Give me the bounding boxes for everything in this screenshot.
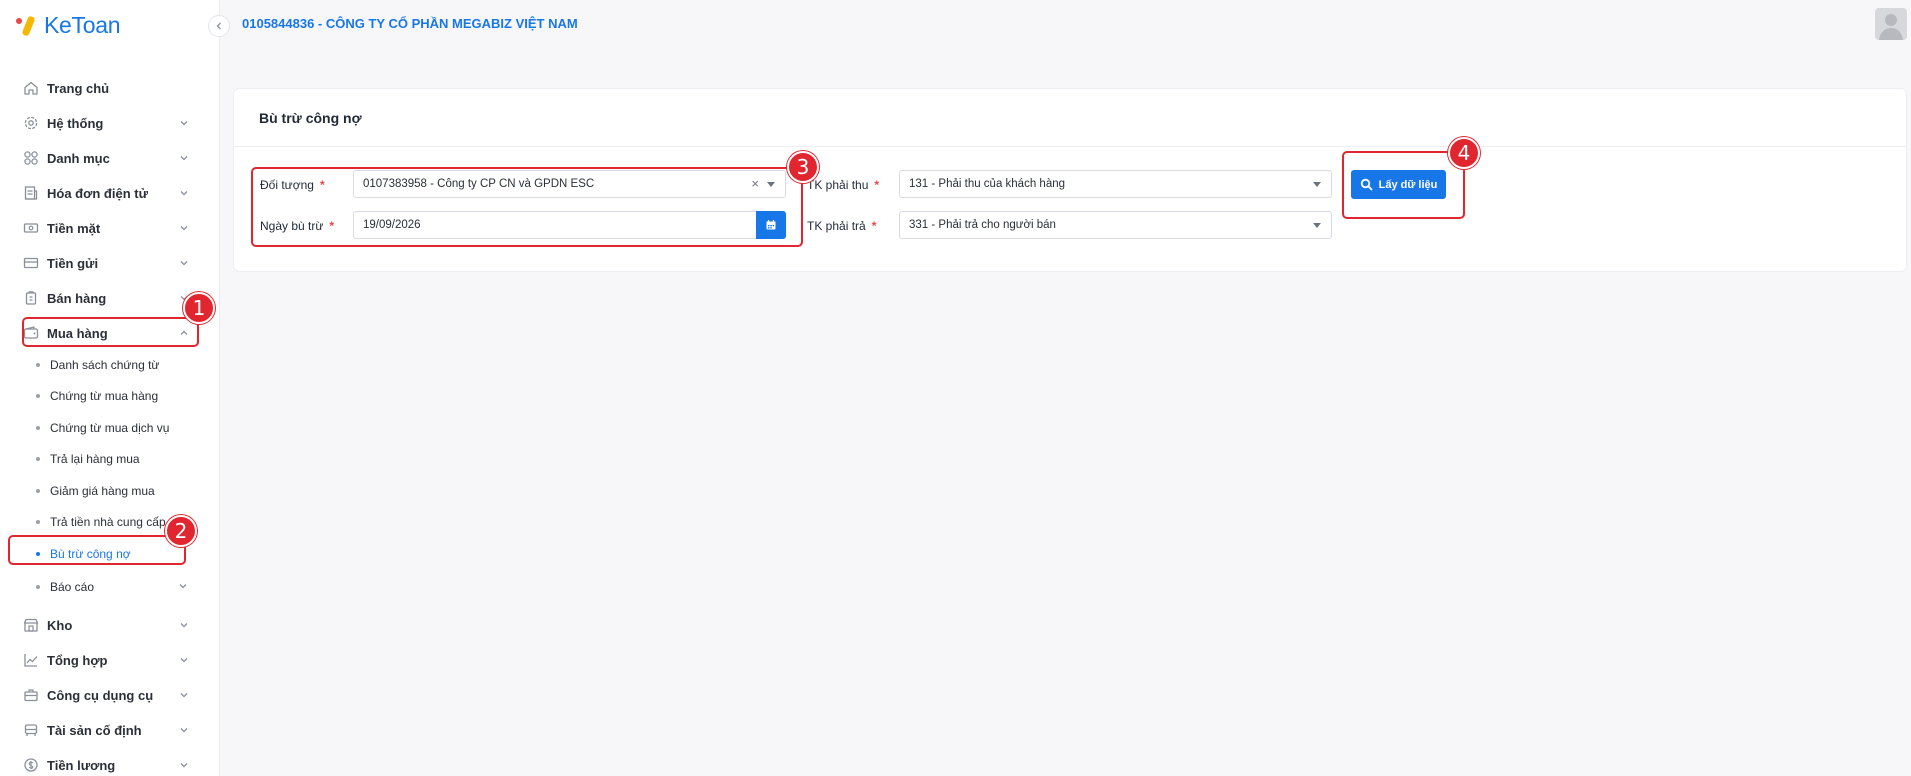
invoice-icon (22, 184, 40, 202)
sidebar-item-label: Tổng hợp (47, 652, 108, 668)
chevron-down-icon (178, 578, 188, 596)
bullet-icon (36, 426, 40, 430)
submenu-item-label: Trả tiền nhà cung cấp (50, 515, 166, 529)
sidebar-item-danh-muc[interactable]: Danh mục (0, 143, 219, 173)
annotation-badge-3: 3 (787, 151, 819, 183)
sidebar-item-label: Công cụ dụng cụ (47, 687, 154, 703)
bullet-icon (36, 520, 40, 524)
card-divider (234, 146, 1906, 147)
chevron-down-icon (178, 117, 190, 129)
tk-phai-thu-label-text: TK phải thu (807, 178, 869, 192)
chevron-down-icon (178, 759, 190, 771)
tk-phai-tra-select[interactable]: 331 - Phải trả cho người bán (899, 211, 1332, 239)
chevron-down-icon (178, 222, 190, 234)
required-mark: * (871, 219, 877, 233)
submenu-item-label: Chứng từ mua dịch vụ (50, 421, 170, 435)
sidebar-item-label: Tiền lương (47, 757, 116, 773)
home-icon (22, 79, 40, 97)
store-icon (22, 616, 40, 634)
submenu-item-chung-tu-mua-hang[interactable]: Chứng từ mua hàng (0, 383, 219, 409)
avatar[interactable] (1875, 8, 1907, 40)
user-icon (1879, 14, 1903, 40)
sidebar-item-label: Hóa đơn điện tử (47, 185, 148, 201)
sidebar-item-kho[interactable]: Kho (0, 610, 219, 640)
sidebar-item-label: Tiền gửi (47, 255, 99, 271)
sidebar-item-hoa-don[interactable]: Hóa đơn điện tử (0, 178, 219, 208)
sale-icon (22, 289, 40, 307)
sidebar-item-label: Trang chủ (47, 80, 110, 96)
sidebar: KeToan Trang chủ Hệ thống Danh mục Hóa đ… (0, 0, 220, 776)
brand-name: KeToan (44, 11, 121, 38)
company-title[interactable]: 0105844836 - CÔNG TY CỔ PHẦN MEGABIZ VIỆ… (242, 16, 578, 31)
sidebar-item-tien-luong[interactable]: Tiền lương (0, 750, 219, 776)
submenu-item-chung-tu-mua-dich-vu[interactable]: Chứng từ mua dịch vụ (0, 415, 219, 441)
chevron-down-icon (178, 654, 190, 666)
card-icon (22, 254, 40, 272)
car-icon (22, 721, 40, 739)
sidebar-item-he-thong[interactable]: Hệ thống (0, 108, 219, 138)
sidebar-collapse-button[interactable] (208, 15, 230, 37)
annotation-badge-2: 2 (165, 515, 197, 547)
tk-phai-tra-value: 331 - Phải trả cho người bán (909, 219, 1056, 231)
chevron-down-icon (178, 152, 190, 164)
submenu-item-label: Giảm giá hàng mua (50, 484, 155, 498)
submenu-item-tra-lai-hang-mua[interactable]: Trả lại hàng mua (0, 446, 219, 472)
bullet-icon (36, 585, 40, 589)
tk-phai-thu-label: TK phải thu * (807, 178, 879, 192)
bullet-icon (36, 489, 40, 493)
submenu-item-label: Báo cáo (50, 580, 95, 594)
tk-phai-thu-value: 131 - Phải thu của khách hàng (909, 178, 1066, 190)
required-mark: * (874, 178, 880, 192)
sidebar-item-tong-hop[interactable]: Tổng hợp (0, 645, 219, 675)
sidebar-item-label: Hệ thống (47, 115, 104, 131)
annotation-box-4 (1342, 151, 1465, 219)
sidebar-item-label: Bán hàng (47, 290, 107, 306)
sidebar-item-cong-cu-dung-cu[interactable]: Công cụ dụng cụ (0, 680, 219, 710)
tk-phai-thu-select[interactable]: 131 - Phải thu của khách hàng (899, 170, 1332, 198)
chevron-down-icon (178, 619, 190, 631)
gear-icon (22, 114, 40, 132)
sidebar-item-tien-gui[interactable]: Tiền gửi (0, 248, 219, 278)
tk-phai-tra-label: TK phải trả * (807, 219, 876, 233)
annotation-badge-1: 1 (183, 292, 215, 324)
sidebar-item-label: Danh mục (47, 150, 110, 166)
annotation-badge-4: 4 (1448, 137, 1480, 169)
submenu-item-label: Chứng từ mua hàng (50, 389, 159, 403)
sidebar-item-tai-san-co-dinh[interactable]: Tài sản cố định (0, 715, 219, 745)
chart-icon (22, 651, 40, 669)
submenu-item-bao-cao[interactable]: Báo cáo (0, 574, 219, 600)
chevron-down-icon (178, 724, 190, 736)
chevron-down-icon (178, 187, 190, 199)
annotation-box-3 (251, 167, 803, 247)
sidebar-item-label: Kho (47, 617, 73, 633)
sidebar-item-trang-chu[interactable]: Trang chủ (0, 73, 219, 103)
cash-icon (22, 219, 40, 237)
chevron-down-icon (178, 257, 190, 269)
caret-down-icon (1313, 182, 1321, 187)
card-title: Bù trừ công nợ (259, 110, 362, 126)
submenu-item-label: Trả lại hàng mua (50, 452, 140, 466)
submenu-item-label: Danh sách chứng từ (50, 358, 160, 372)
annotation-box-2 (8, 535, 186, 565)
tool-icon (22, 686, 40, 704)
logo[interactable]: KeToan (14, 10, 121, 40)
chevron-down-icon (178, 689, 190, 701)
bullet-icon (36, 394, 40, 398)
sidebar-item-label: Tiền mặt (47, 220, 101, 236)
caret-down-icon (1313, 223, 1321, 228)
chevron-left-icon (216, 22, 221, 30)
tk-phai-tra-label-text: TK phải trả (807, 219, 866, 233)
grid-icon (22, 149, 40, 167)
salary-icon (22, 756, 40, 774)
submenu-item-danh-sach-chung-tu[interactable]: Danh sách chứng từ (0, 352, 219, 378)
annotation-box-1 (22, 317, 199, 347)
bullet-icon (36, 363, 40, 367)
sidebar-item-label: Tài sản cố định (47, 722, 142, 738)
bullet-icon (36, 457, 40, 461)
top-header: 0105844836 - CÔNG TY CỔ PHẦN MEGABIZ VIỆ… (220, 0, 1911, 50)
logo-mark-icon (14, 14, 38, 37)
sidebar-item-tien-mat[interactable]: Tiền mặt (0, 213, 219, 243)
submenu-item-giam-gia-hang-mua[interactable]: Giảm giá hàng mua (0, 478, 219, 504)
